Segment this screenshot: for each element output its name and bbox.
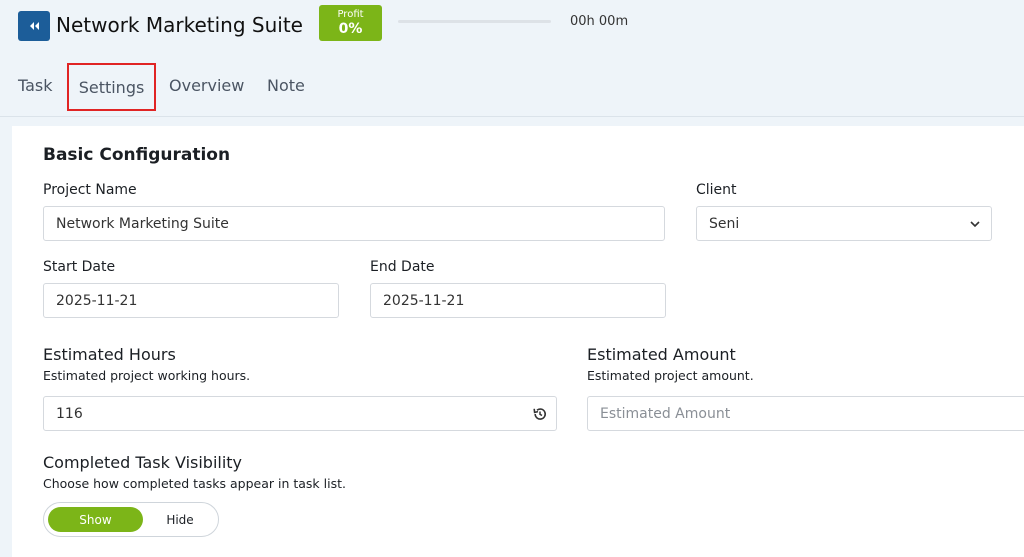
task-visibility-title: Completed Task Visibility [43,453,243,472]
profit-label: Profit [337,9,364,20]
start-date-label: Start Date [43,259,116,275]
visibility-toggle: Show Hide [43,502,219,537]
top-bar: Network Marketing Suite Profit 0% 00h 00… [0,0,1024,60]
tab-overview[interactable]: Overview [169,76,244,95]
hide-option[interactable]: Hide [144,507,216,532]
tabs-divider [0,116,1024,117]
estimated-amount-label: Estimated Amount [587,345,736,364]
estimated-hours-value: 116 [56,405,83,422]
project-name-value: Network Marketing Suite [56,215,229,232]
tab-bar: Task Settings Overview Note [0,62,1024,116]
settings-panel: Basic Configuration Project Name Network… [12,126,1024,557]
end-date-value: 2025-11-21 [383,292,465,309]
double-chevron-left-icon [30,22,39,30]
tab-settings[interactable]: Settings [67,63,156,111]
estimated-hours-hint: Estimated project working hours. [43,368,251,383]
project-title: Network Marketing Suite [56,13,303,37]
end-date-label: End Date [370,259,435,275]
task-visibility-hint: Choose how completed tasks appear in tas… [43,476,346,491]
time-progress-bar [398,20,551,23]
estimated-amount-placeholder: Estimated Amount [600,405,731,422]
project-name-input[interactable]: Network Marketing Suite [43,206,665,241]
tab-settings-label: Settings [78,77,145,97]
profit-badge: Profit 0% [319,5,382,41]
tab-note[interactable]: Note [267,76,305,95]
client-label: Client [696,182,737,198]
client-value: Seni [709,215,740,232]
estimated-amount-input[interactable]: Estimated Amount [587,396,1024,431]
back-button[interactable] [18,11,50,41]
project-name-label: Project Name [43,182,137,198]
estimated-hours-input[interactable]: 116 [43,396,557,431]
start-date-input[interactable]: 2025-11-21 [43,283,339,318]
end-date-input[interactable]: 2025-11-21 [370,283,666,318]
tab-task[interactable]: Task [18,76,53,95]
client-select[interactable]: Seni [696,206,992,241]
chevron-down-icon [970,221,980,228]
section-title: Basic Configuration [43,145,231,165]
estimated-hours-label: Estimated Hours [43,345,176,364]
estimated-amount-hint: Estimated project amount. [587,368,754,383]
show-option[interactable]: Show [48,507,143,532]
time-tracked: 00h 00m [570,14,629,29]
history-reset-icon[interactable] [532,406,548,422]
profit-value: 0% [338,21,363,37]
start-date-value: 2025-11-21 [56,292,138,309]
